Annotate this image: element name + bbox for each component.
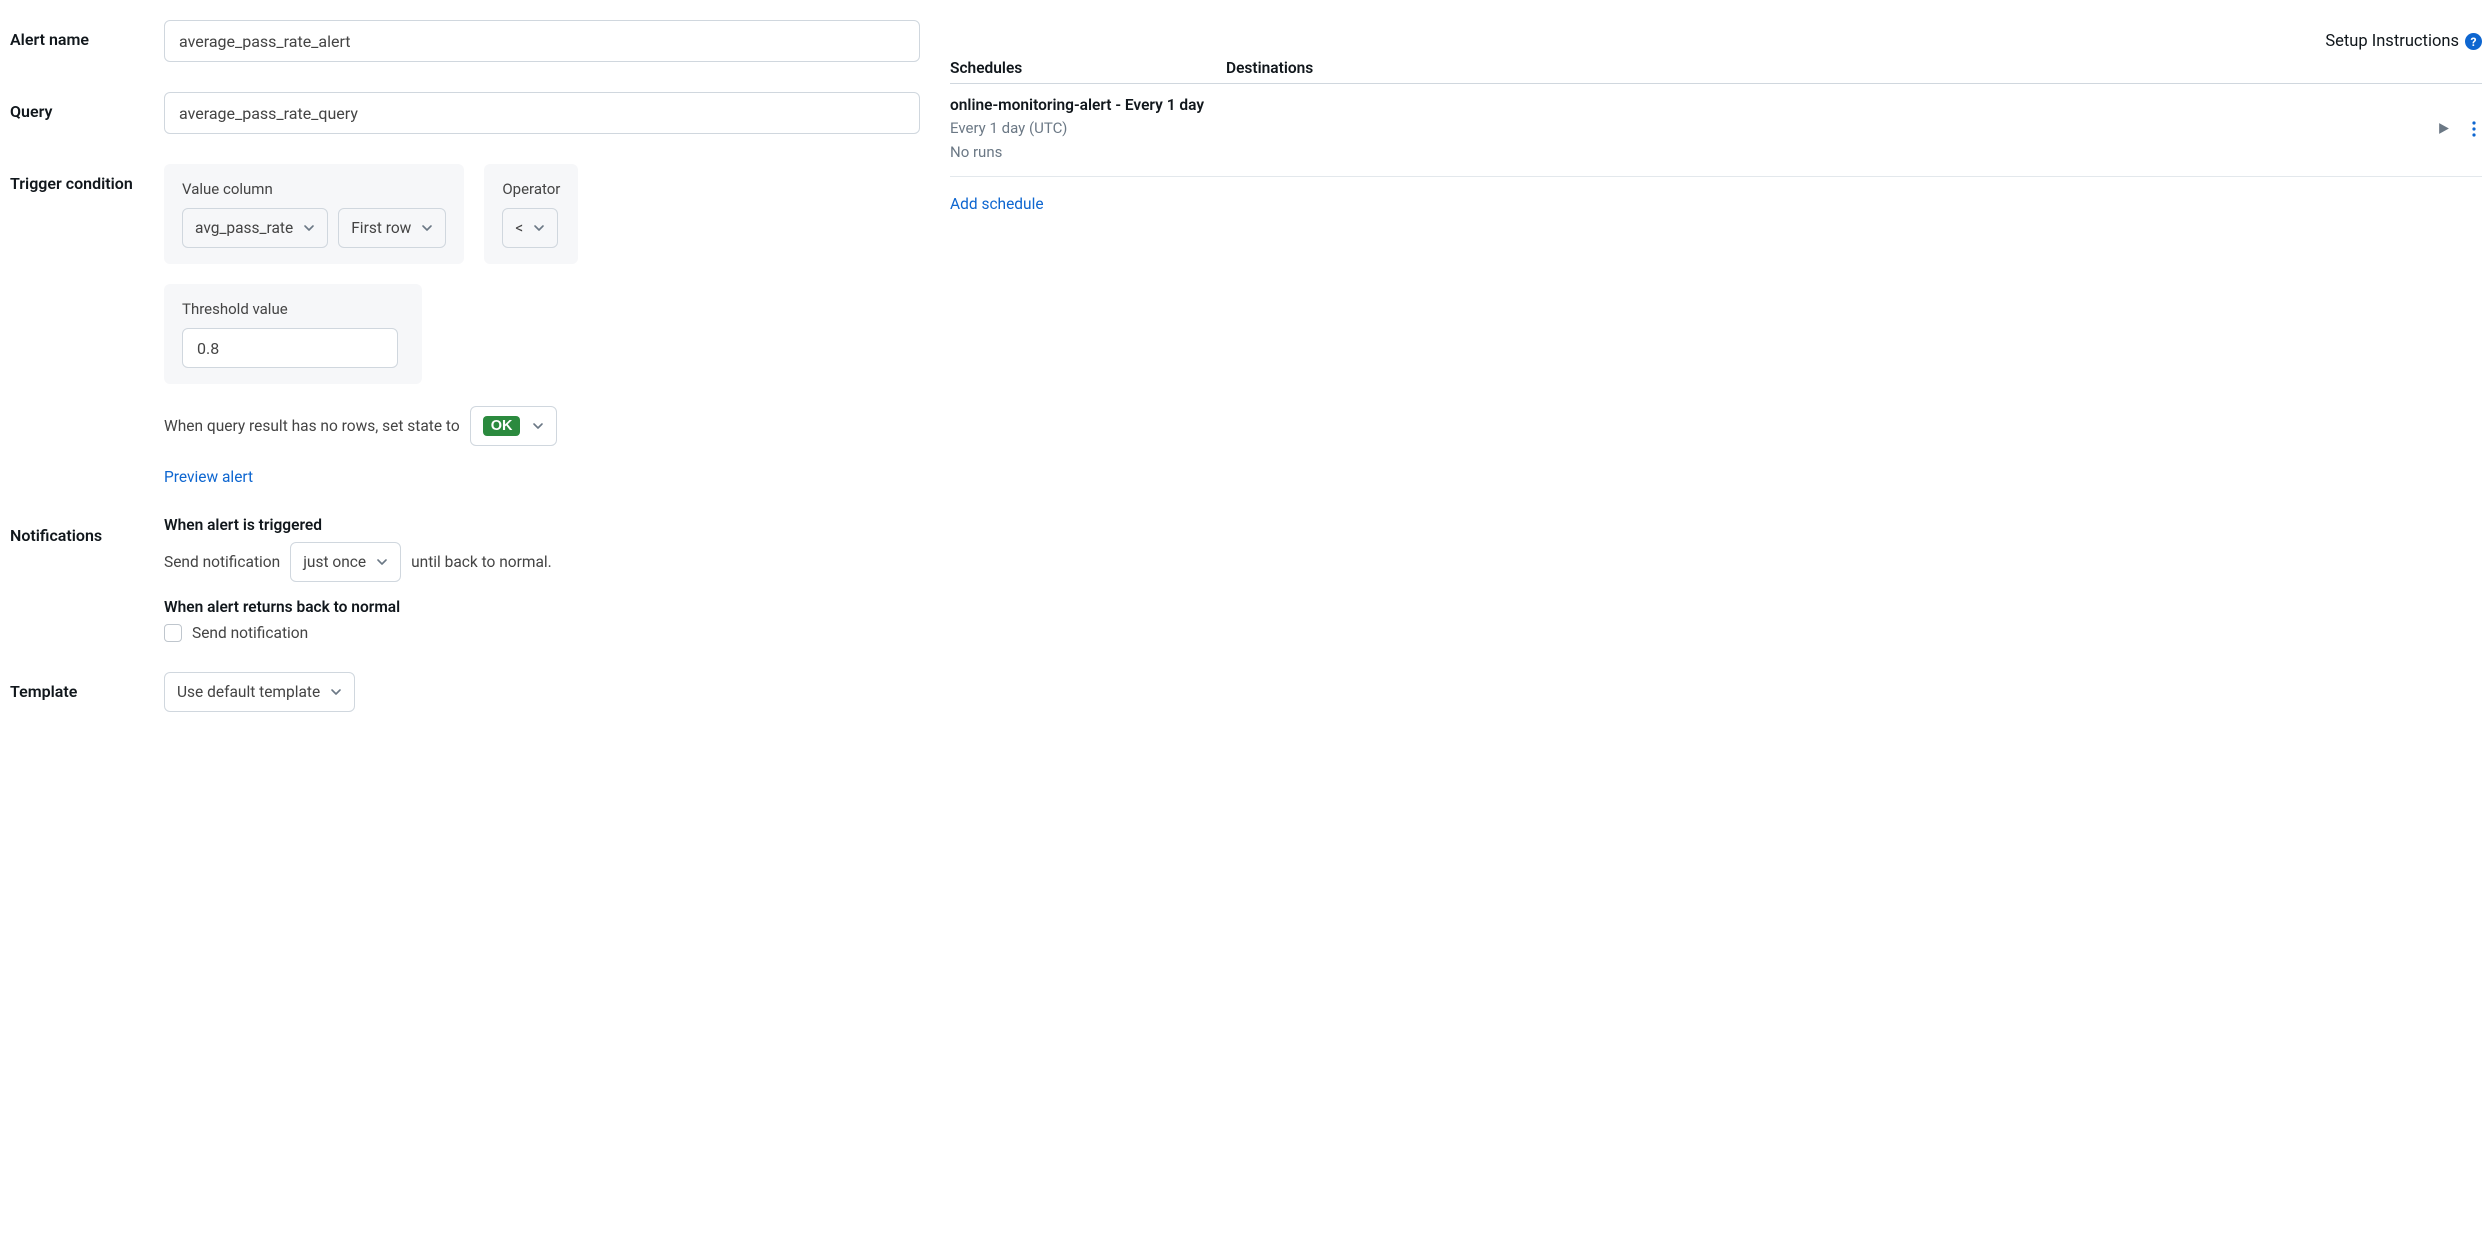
run-schedule-button[interactable] — [2437, 122, 2450, 135]
no-rows-text: When query result has no rows, set state… — [164, 417, 460, 435]
chevron-down-icon — [303, 222, 315, 234]
schedules-header-row: Schedules Destinations — [950, 59, 2482, 84]
chevron-down-icon — [421, 222, 433, 234]
setup-instructions-text: Setup Instructions — [2325, 32, 2459, 51]
chevron-down-icon — [533, 222, 545, 234]
chevron-down-icon — [376, 556, 388, 568]
template-value: Use default template — [177, 683, 320, 701]
threshold-input[interactable] — [182, 328, 398, 368]
row-select-value: First row — [351, 219, 411, 237]
operator-card: Operator < — [484, 164, 578, 264]
schedule-interval: Every 1 day (UTC) — [950, 117, 1226, 140]
value-column-dropdown[interactable]: avg_pass_rate — [182, 208, 328, 248]
template-label: Template — [10, 672, 164, 701]
notifications-label: Notifications — [10, 516, 164, 545]
operator-dropdown[interactable]: < — [502, 208, 558, 248]
operator-label: Operator — [502, 180, 560, 198]
value-column-value: avg_pass_rate — [195, 219, 293, 237]
schedule-runs: No runs — [950, 141, 1226, 164]
schedules-column-header: Schedules — [950, 59, 1226, 77]
threshold-label: Threshold value — [182, 300, 404, 318]
setup-instructions-link[interactable]: Setup Instructions ? — [950, 32, 2482, 51]
schedule-menu-button[interactable] — [2472, 121, 2476, 137]
trigger-condition-label: Trigger condition — [10, 164, 164, 193]
operator-value: < — [515, 219, 523, 237]
schedule-title: online-monitoring-alert - Every 1 day — [950, 94, 1226, 117]
value-column-card: Value column avg_pass_rate First row — [164, 164, 464, 264]
schedule-row[interactable]: online-monitoring-alert - Every 1 day Ev… — [950, 84, 2482, 177]
chevron-down-icon — [330, 686, 342, 698]
template-dropdown[interactable]: Use default template — [164, 672, 355, 712]
state-ok-badge: OK — [483, 416, 521, 436]
side-panel: Setup Instructions ? Schedules Destinati… — [950, 20, 2482, 712]
triggered-heading: When alert is triggered — [164, 516, 920, 534]
threshold-card: Threshold value — [164, 284, 422, 384]
query-input[interactable] — [164, 92, 920, 134]
no-rows-state-dropdown[interactable]: OK — [470, 406, 558, 446]
send-text-pre: Send notification — [164, 553, 280, 571]
chevron-down-icon — [532, 420, 544, 432]
alert-name-input[interactable] — [164, 20, 920, 62]
alert-name-label: Alert name — [10, 20, 164, 49]
send-on-normal-checkbox[interactable] — [164, 624, 182, 642]
row-select-dropdown[interactable]: First row — [338, 208, 446, 248]
frequency-dropdown[interactable]: just once — [290, 542, 401, 582]
send-on-normal-label: Send notification — [192, 624, 308, 642]
add-schedule-link[interactable]: Add schedule — [950, 177, 1044, 213]
query-label: Query — [10, 92, 164, 121]
help-icon: ? — [2465, 33, 2482, 50]
frequency-value: just once — [303, 553, 366, 571]
main-form: Alert name Query Trigger condition Value… — [10, 20, 920, 712]
send-text-post: until back to normal. — [411, 553, 552, 571]
destinations-column-header: Destinations — [1226, 59, 2482, 77]
normal-heading: When alert returns back to normal — [164, 598, 920, 616]
preview-alert-link[interactable]: Preview alert — [164, 468, 253, 486]
value-column-label: Value column — [182, 180, 446, 198]
